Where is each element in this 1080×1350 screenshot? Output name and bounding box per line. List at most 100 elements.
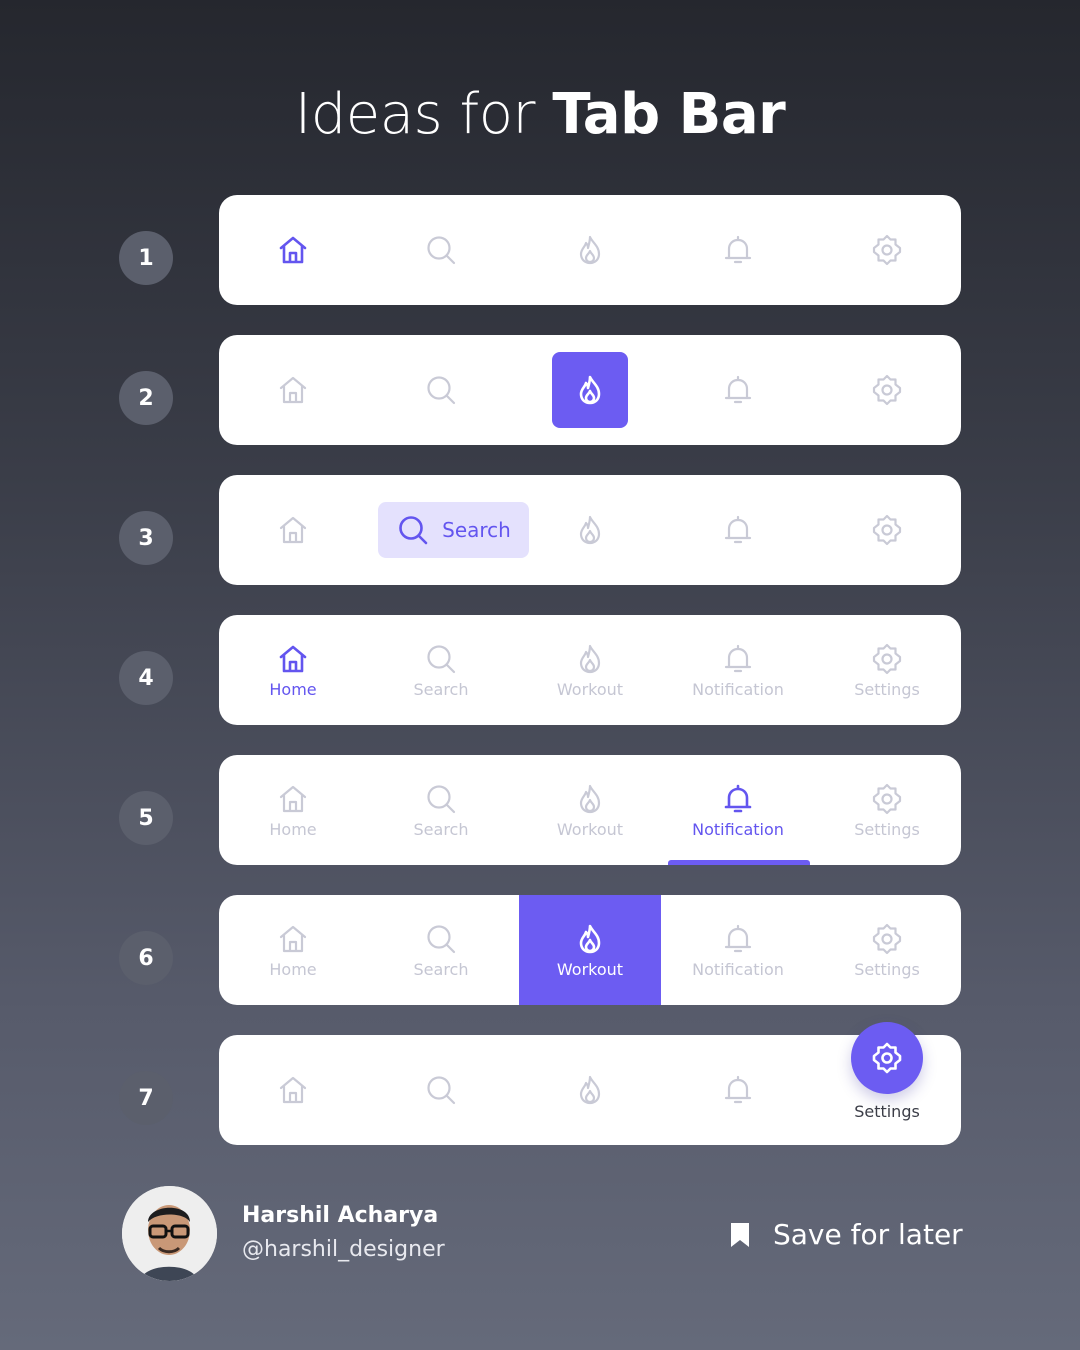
bell-icon bbox=[721, 513, 755, 547]
tab-bar-7: Settings bbox=[219, 1022, 961, 1145]
search-icon bbox=[424, 642, 458, 676]
row-number-badge: 3 bbox=[119, 511, 173, 565]
bell-icon bbox=[721, 782, 755, 816]
tab-search[interactable]: Search bbox=[367, 755, 515, 865]
tab-bar-1 bbox=[219, 195, 961, 305]
tab-notification[interactable] bbox=[664, 475, 812, 585]
page-title: Ideas for Tab Bar bbox=[0, 82, 1080, 147]
gear-icon bbox=[870, 782, 904, 816]
avatar-portrait bbox=[122, 1186, 217, 1281]
save-for-later-button[interactable]: Save for later bbox=[729, 1218, 963, 1251]
tab-search[interactable] bbox=[367, 335, 515, 445]
tab-label: Notification bbox=[692, 959, 784, 979]
tab-home[interactable] bbox=[219, 195, 367, 305]
tab-label: Search bbox=[413, 959, 469, 979]
active-tab-indicator bbox=[668, 860, 810, 865]
tab-settings[interactable]: Settings bbox=[813, 615, 961, 725]
home-icon bbox=[276, 922, 310, 956]
tab-search-active[interactable]: Search bbox=[378, 502, 529, 558]
tab-label: Home bbox=[269, 959, 317, 979]
tab-settings[interactable] bbox=[813, 335, 961, 445]
tab-bar-4: Home Search Workout Notification Setting… bbox=[219, 615, 961, 725]
tab-settings[interactable]: Settings bbox=[813, 895, 961, 1005]
tab-workout[interactable]: Workout bbox=[516, 615, 664, 725]
tab-bar-2 bbox=[219, 335, 961, 445]
search-icon bbox=[424, 233, 458, 267]
tab-label: Search bbox=[442, 518, 511, 542]
tab-home[interactable] bbox=[219, 335, 367, 445]
search-icon bbox=[424, 373, 458, 407]
tab-notification-active[interactable]: Notification bbox=[664, 755, 812, 865]
tab-bar-3: Search bbox=[219, 475, 961, 585]
author-handle[interactable]: @harshil_designer bbox=[242, 1237, 445, 1262]
tab-home[interactable] bbox=[219, 1035, 367, 1145]
bell-icon bbox=[721, 233, 755, 267]
tab-home[interactable]: Home bbox=[219, 615, 367, 725]
row-number-badge: 2 bbox=[119, 371, 173, 425]
bell-icon bbox=[721, 642, 755, 676]
tab-label: Workout bbox=[556, 959, 624, 979]
search-icon bbox=[424, 922, 458, 956]
tab-search[interactable]: Search bbox=[367, 895, 515, 1005]
tab-bar-5: Home Search Workout Notification Setting… bbox=[219, 755, 961, 865]
flame-icon bbox=[573, 513, 607, 547]
save-label: Save for later bbox=[773, 1218, 963, 1251]
search-icon bbox=[424, 1073, 458, 1107]
tab-label: Settings bbox=[854, 959, 920, 979]
tab-label: Workout bbox=[556, 819, 624, 839]
tab-label: Settings bbox=[854, 679, 920, 699]
tab-settings-active[interactable] bbox=[851, 1022, 923, 1094]
gear-icon bbox=[870, 1041, 904, 1075]
home-icon bbox=[276, 1073, 310, 1107]
tab-label: Home bbox=[269, 679, 317, 699]
home-icon bbox=[276, 642, 310, 676]
tab-label: Workout bbox=[556, 679, 624, 699]
title-light: Ideas for bbox=[294, 82, 536, 147]
flame-icon bbox=[573, 922, 607, 956]
row-number-badge: 5 bbox=[119, 791, 173, 845]
tab-home[interactable]: Home bbox=[219, 755, 367, 865]
tab-workout[interactable]: Workout bbox=[516, 755, 664, 865]
tab-settings[interactable] bbox=[813, 475, 961, 585]
tab-workout-active[interactable]: Workout bbox=[516, 895, 664, 1005]
home-icon bbox=[276, 373, 310, 407]
gear-icon bbox=[870, 642, 904, 676]
flame-icon bbox=[573, 373, 607, 407]
row-number-badge: 4 bbox=[119, 651, 173, 705]
tab-notification[interactable] bbox=[664, 1035, 812, 1145]
flame-icon bbox=[573, 233, 607, 267]
home-icon bbox=[276, 513, 310, 547]
bell-icon bbox=[721, 373, 755, 407]
tab-label: Settings bbox=[854, 819, 920, 839]
tab-workout[interactable] bbox=[516, 195, 664, 305]
tab-label: Home bbox=[269, 819, 317, 839]
bookmark-icon bbox=[731, 1222, 749, 1247]
flame-icon bbox=[573, 1073, 607, 1107]
tab-settings[interactable]: Settings bbox=[813, 755, 961, 865]
tab-workout[interactable] bbox=[516, 1035, 664, 1145]
gear-icon bbox=[870, 513, 904, 547]
home-icon bbox=[276, 233, 310, 267]
tab-workout[interactable] bbox=[516, 475, 664, 585]
author-name: Harshil Acharya bbox=[242, 1203, 439, 1228]
flame-icon bbox=[573, 642, 607, 676]
row-number-badge: 1 bbox=[119, 231, 173, 285]
tab-home[interactable]: Home bbox=[219, 895, 367, 1005]
title-bold: Tab Bar bbox=[552, 82, 786, 147]
tab-home[interactable] bbox=[219, 475, 367, 585]
tab-notification[interactable] bbox=[664, 335, 812, 445]
tab-workout-active[interactable] bbox=[552, 352, 628, 428]
tab-notification[interactable]: Notification bbox=[664, 895, 812, 1005]
tab-label: Search bbox=[413, 679, 469, 699]
search-icon bbox=[396, 513, 430, 547]
gear-icon bbox=[870, 373, 904, 407]
tab-label: Notification bbox=[692, 819, 784, 839]
tab-notification[interactable]: Notification bbox=[664, 615, 812, 725]
tab-search[interactable] bbox=[367, 1035, 515, 1145]
tab-settings[interactable] bbox=[813, 195, 961, 305]
gear-icon bbox=[870, 922, 904, 956]
tab-search[interactable]: Search bbox=[367, 615, 515, 725]
tab-search[interactable] bbox=[367, 195, 515, 305]
tab-label: Settings bbox=[854, 1102, 920, 1121]
tab-notification[interactable] bbox=[664, 195, 812, 305]
